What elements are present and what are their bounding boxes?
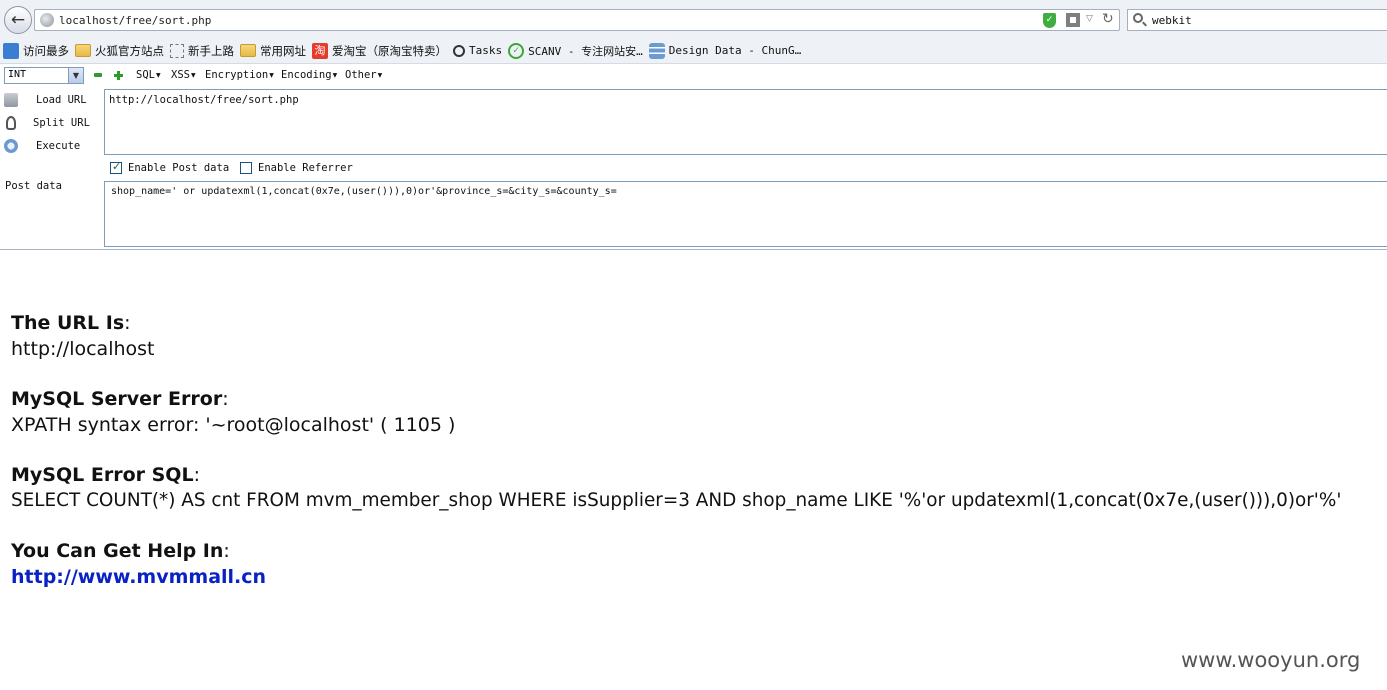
bookmark-label: Design Data - ChunG… xyxy=(668,44,802,57)
menu-other[interactable]: Other▼ xyxy=(345,69,382,81)
hackbar-toolbar: INT ▼ SQL▼ XSS▼ Encryption▼ Encoding▼ Ot… xyxy=(0,65,1387,87)
type-select[interactable]: INT ▼ xyxy=(4,67,84,84)
menu-encryption[interactable]: Encryption▼ xyxy=(205,69,274,81)
execute-button[interactable]: Execute xyxy=(4,137,80,155)
bookmark-label: 常用网址 xyxy=(260,43,306,58)
url-heading: The URL Is: xyxy=(11,310,1341,336)
caret-down-icon: ▼ xyxy=(155,72,161,79)
bookmark-label: 爱淘宝（原淘宝特卖） xyxy=(332,43,447,58)
chevron-down-icon[interactable]: ▽ xyxy=(1086,14,1093,24)
enable-referrer-label: Enable Referrer xyxy=(258,162,353,174)
split-url-button[interactable]: Split URL xyxy=(4,114,90,132)
bookmark-design-data[interactable]: Design Data - ChunG… xyxy=(648,42,802,59)
menu-encoding[interactable]: Encoding▼ xyxy=(281,69,337,81)
sql-heading-text: MySQL Error SQL xyxy=(11,464,194,486)
error-heading: MySQL Server Error: xyxy=(11,386,1341,412)
help-heading-text: You Can Get Help In xyxy=(11,540,224,562)
bookmark-label: Tasks xyxy=(469,44,503,57)
enable-post-checkbox[interactable] xyxy=(110,160,122,174)
scissors-icon xyxy=(6,116,16,130)
help-heading: You Can Get Help In: xyxy=(11,538,1341,564)
search-icon xyxy=(1133,13,1143,23)
search-input[interactable]: webkit xyxy=(1152,14,1192,27)
page-content: The URL Is: http://localhost MySQL Serve… xyxy=(11,310,1341,614)
play-icon xyxy=(4,139,18,153)
url-textarea[interactable]: http://localhost/free/sort.php xyxy=(104,89,1387,155)
split-url-label: Split URL xyxy=(33,117,90,129)
bookmark-label: 新手上路 xyxy=(188,43,234,58)
reload-icon[interactable]: ↻ xyxy=(1102,11,1114,27)
address-text[interactable]: localhost/free/sort.php xyxy=(59,14,211,27)
enable-referrer-checkbox[interactable] xyxy=(240,162,252,174)
error-value: XPATH syntax error: '~root@localhost' ( … xyxy=(11,414,456,436)
qr-code-icon[interactable] xyxy=(1066,13,1080,27)
colon: : xyxy=(223,540,230,562)
caret-down-icon: ▼ xyxy=(190,72,196,79)
menu-label: SQL xyxy=(136,69,155,81)
database-icon xyxy=(648,42,665,59)
bookmark-taobao[interactable]: 淘 爱淘宝（原淘宝特卖） xyxy=(312,42,447,59)
load-url-button[interactable]: Load URL xyxy=(4,91,87,109)
watermark: www.wooyun.org xyxy=(1181,648,1361,672)
menu-label: Encryption xyxy=(205,69,269,81)
increase-icon[interactable] xyxy=(114,71,123,80)
page-icon xyxy=(170,43,184,58)
address-bar[interactable]: localhost/free/sort.php ✓ ▽ ↻ xyxy=(34,9,1120,31)
load-url-label: Load URL xyxy=(36,94,87,106)
bookmark-scanv[interactable]: ✓ SCANV - 专注网站安… xyxy=(508,42,643,59)
post-data-label: Post data xyxy=(5,180,62,192)
menu-xss[interactable]: XSS▼ xyxy=(171,69,196,81)
bookmark-label: 火狐官方站点 xyxy=(95,43,164,58)
help-link[interactable]: http://www.mvmmall.cn xyxy=(11,566,266,588)
check-circle-icon: ✓ xyxy=(508,42,525,59)
help-section: You Can Get Help In: http://www.mvmmall.… xyxy=(11,538,1341,590)
url-section: The URL Is: http://localhost xyxy=(11,310,1341,362)
globe-icon xyxy=(40,13,54,27)
error-section: MySQL Server Error: XPATH syntax error: … xyxy=(11,386,1341,438)
navigation-bar: ← localhost/free/sort.php ✓ ▽ ↻ webkit xyxy=(0,0,1387,38)
bookmark-common-sites[interactable]: 常用网址 xyxy=(240,43,306,59)
bookmarks-bar: 访问最多 火狐官方站点 新手上路 常用网址 淘 爱淘宝（原淘宝特卖） Tasks… xyxy=(0,38,1387,64)
bookmark-tasks[interactable]: Tasks xyxy=(453,44,502,57)
bookmark-label: SCANV - 专注网站安… xyxy=(528,44,643,58)
magnifier-icon xyxy=(453,44,465,57)
colon: : xyxy=(222,388,229,410)
colon: : xyxy=(193,464,200,486)
bookmark-getting-started[interactable]: 新手上路 xyxy=(170,43,234,59)
sql-heading: MySQL Error SQL: xyxy=(11,462,1341,488)
execute-label: Execute xyxy=(36,140,81,152)
sql-value: SELECT COUNT(*) AS cnt FROM mvm_member_s… xyxy=(11,490,1342,511)
caret-down-icon: ▼ xyxy=(269,72,274,79)
error-heading-text: MySQL Server Error xyxy=(11,388,223,410)
hackbar-panel: Load URL Split URL Execute http://localh… xyxy=(0,87,1387,250)
caret-down-icon: ▼ xyxy=(377,72,383,79)
chevron-down-icon[interactable]: ▼ xyxy=(68,68,83,83)
colon: : xyxy=(124,312,131,334)
back-button[interactable]: ← xyxy=(4,6,32,34)
load-icon xyxy=(4,93,18,107)
sql-section: MySQL Error SQL: SELECT COUNT(*) AS cnt … xyxy=(11,462,1341,514)
back-arrow-icon: ← xyxy=(10,10,26,30)
caret-down-icon: ▼ xyxy=(332,72,338,79)
folder-icon xyxy=(75,44,91,57)
bookmark-most-visited[interactable]: 访问最多 xyxy=(3,42,69,59)
shield-icon[interactable]: ✓ xyxy=(1043,13,1056,28)
folder-icon xyxy=(240,44,256,57)
type-select-value: INT xyxy=(8,69,27,80)
menu-sql[interactable]: SQL▼ xyxy=(136,69,161,81)
menu-label: Other xyxy=(345,69,377,81)
url-value: http://localhost xyxy=(11,338,155,360)
bookmark-firefox-official[interactable]: 火狐官方站点 xyxy=(75,43,164,59)
menu-label: XSS xyxy=(171,69,190,81)
enable-post-label: Enable Post data xyxy=(128,162,230,174)
url-heading-text: The URL Is xyxy=(11,312,125,334)
search-bar[interactable]: webkit xyxy=(1127,9,1387,31)
taobao-icon: 淘 xyxy=(312,42,328,59)
menu-label: Encoding xyxy=(281,69,332,81)
post-data-textarea[interactable]: shop_name=' or updatexml(1,concat(0x7e,(… xyxy=(104,181,1387,247)
bookmark-label: 访问最多 xyxy=(23,43,69,58)
most-visited-icon xyxy=(3,42,19,59)
decrease-icon[interactable] xyxy=(94,73,102,77)
